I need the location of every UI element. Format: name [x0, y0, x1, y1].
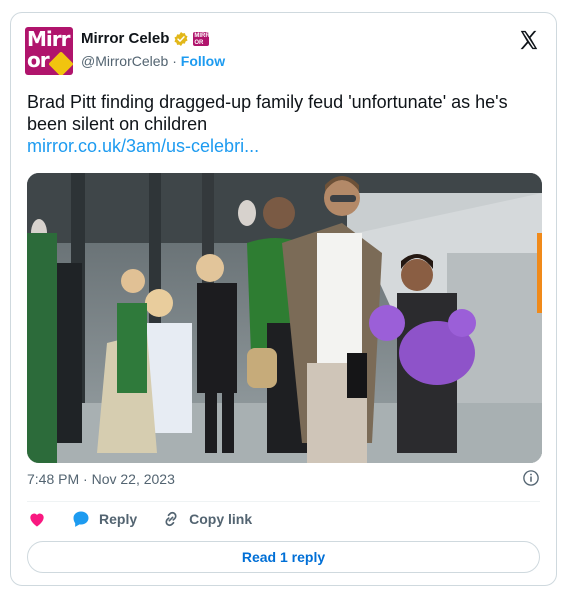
photo-scene [27, 173, 542, 463]
copy-link-button[interactable]: Copy link [161, 509, 252, 529]
account-handle[interactable]: @MirrorCeleb [81, 53, 168, 69]
avatar-logo-text-bottom: or [27, 48, 50, 72]
heart-icon [30, 513, 44, 527]
avatar[interactable]: Mirr or [25, 27, 73, 75]
tweet-card[interactable]: Mirr or Mirror Celeb MIRR OR @MirrorCele… [10, 12, 557, 586]
article-link[interactable]: mirror.co.uk/3am/us-celebri... [27, 135, 542, 157]
reply-label: Reply [99, 511, 138, 527]
affiliate-badge-icon: MIRR OR [193, 31, 210, 46]
avatar-logo-text-top: Mirr [27, 27, 70, 51]
reply-bubble-icon [73, 511, 89, 527]
tweet-header: Mirr or Mirror Celeb MIRR OR @MirrorCele… [25, 27, 542, 77]
follow-button[interactable]: Follow [181, 53, 225, 69]
action-bar: Reply Copy link [27, 509, 276, 529]
link-icon [165, 511, 177, 527]
like-button[interactable] [27, 509, 47, 529]
avatar-x-mark [48, 51, 73, 75]
divider [27, 501, 540, 502]
separator-dot: · [172, 53, 177, 69]
read-replies-label: Read 1 reply [241, 549, 326, 565]
read-replies-button[interactable]: Read 1 reply [27, 541, 540, 573]
verified-badge-icon [174, 31, 188, 46]
reply-button[interactable]: Reply [71, 509, 137, 529]
account-name-row: Mirror Celeb MIRR OR [81, 30, 210, 47]
account-name[interactable]: Mirror Celeb [81, 30, 169, 47]
handle-row: @MirrorCeleb · Follow [81, 53, 225, 69]
tweet-photo[interactable] [27, 173, 542, 463]
x-logo-icon[interactable] [518, 29, 540, 51]
tweet-text: Brad Pitt finding dragged-up family feud… [27, 92, 508, 134]
tweet-timestamp[interactable]: 7:48 PM · Nov 22, 2023 [27, 471, 175, 487]
info-icon[interactable] [522, 469, 540, 487]
copy-link-label: Copy link [189, 511, 253, 527]
tweet-text-block: Brad Pitt finding dragged-up family feud… [27, 91, 542, 157]
